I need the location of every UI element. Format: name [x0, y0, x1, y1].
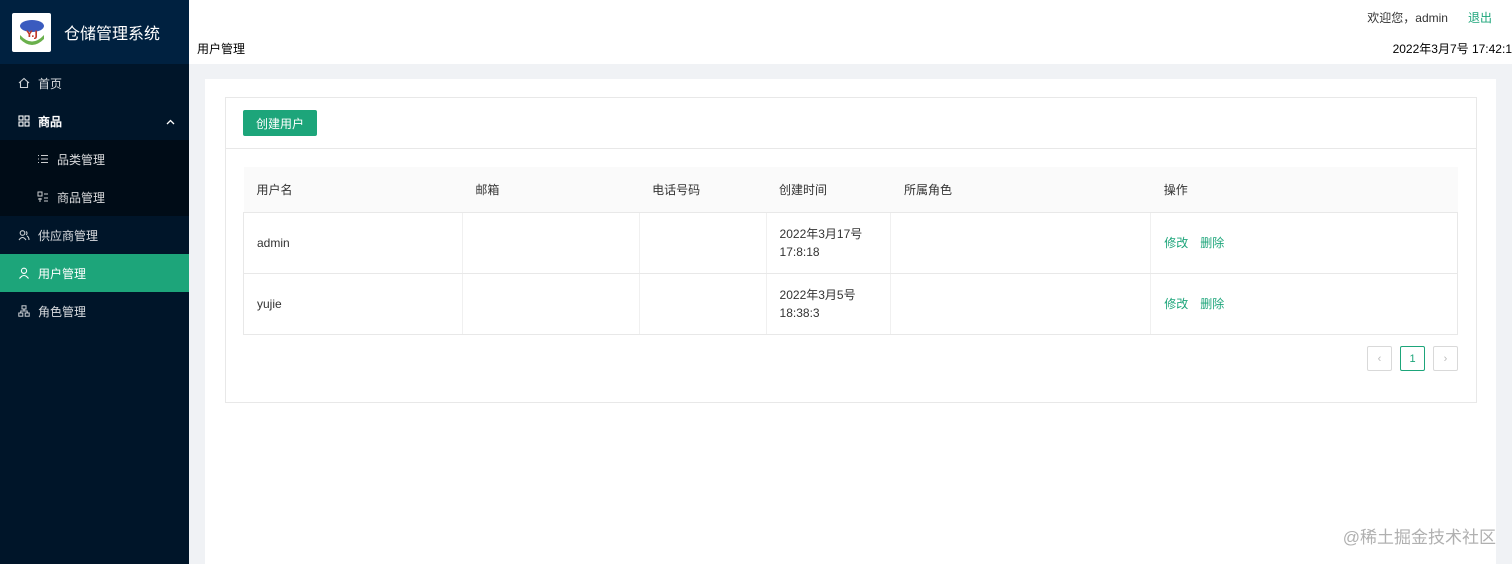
team-icon — [18, 229, 30, 241]
welcome-text: 欢迎您，admin — [1367, 11, 1448, 25]
edit-link[interactable]: 修改 — [1164, 297, 1188, 311]
cell-email — [462, 273, 640, 335]
column-header-created[interactable]: 创建时间 — [766, 167, 891, 213]
sidebar-item-users[interactable]: 用户管理 — [0, 254, 189, 292]
pagination: ‹ 1 › — [1359, 346, 1458, 371]
sidebar-item-label: 用户管理 — [38, 266, 87, 281]
created-time: 17:8:18 — [779, 244, 820, 259]
column-header-role[interactable]: 所属角色 — [890, 167, 1151, 213]
card-header: 创建用户 — [226, 98, 1476, 149]
delete-link[interactable]: 删除 — [1200, 297, 1224, 311]
safety-icon — [18, 305, 30, 317]
delete-link[interactable]: 删除 — [1200, 236, 1224, 250]
sidebar-item-label: 商品管理 — [57, 190, 106, 205]
cell-username: admin — [243, 212, 463, 274]
cell-actions: 修改 删除 — [1150, 273, 1458, 335]
appstore-icon — [18, 115, 30, 127]
table-row: yujie 2022年3月5号 18:38:3 修改 删除 — [243, 273, 1458, 335]
column-header-actions: 操作 — [1150, 167, 1458, 213]
chevron-right-icon: › — [1443, 352, 1448, 365]
cell-role — [890, 212, 1152, 274]
sidebar-item-supplier[interactable]: 供应商管理 — [0, 216, 189, 254]
app-logo: Y.J — [12, 12, 51, 52]
sidebar-item-category[interactable]: 品类管理 — [0, 140, 189, 178]
watermark: @稀土掘金技术社区 — [1342, 528, 1496, 547]
sidebar-item-label: 供应商管理 — [38, 228, 99, 243]
page-number-button[interactable]: 1 — [1400, 346, 1425, 371]
sidebar-item-products[interactable]: 商品 — [0, 102, 189, 140]
home-icon — [18, 77, 30, 89]
logout-link[interactable]: 退出 — [1468, 9, 1492, 26]
cell-email — [462, 212, 640, 274]
cell-phone — [639, 212, 767, 274]
cell-phone — [639, 273, 767, 335]
sidebar-item-home[interactable]: 首页 — [0, 64, 189, 102]
svg-text:Y.J: Y.J — [25, 30, 38, 40]
created-date: 2022年3月17号 — [779, 226, 863, 241]
create-user-button[interactable]: 创建用户 — [243, 110, 318, 136]
sidebar-item-label: 品类管理 — [57, 152, 106, 167]
user-table: 用户名 邮箱 电话号码 创建时间 所属角色 操作 admin 2022年3月17… — [243, 167, 1458, 335]
bars-icon — [37, 153, 49, 165]
products-submenu: 品类管理 商品管理 — [0, 140, 189, 216]
created-date: 2022年3月5号 — [779, 287, 856, 302]
current-time: 2022年3月7号 17:42:1 — [1392, 42, 1512, 56]
sidebar-item-roles[interactable]: 角色管理 — [0, 292, 189, 330]
next-page-button[interactable]: › — [1433, 346, 1458, 371]
page-title: 用户管理 — [197, 42, 246, 56]
sidebar-item-label: 角色管理 — [38, 304, 87, 319]
table-row: admin 2022年3月17号 17:8:18 修改 删除 — [243, 212, 1458, 274]
edit-link[interactable]: 修改 — [1164, 236, 1188, 250]
top-header: 欢迎您，admin 退出 用户管理 2022年3月7号 17:42:1 — [189, 0, 1512, 64]
sidebar-item-label: 首页 — [38, 76, 63, 91]
sidebar: Y.J 仓储管理系统 首页 商品 品类管理 商品管理 供应商管理 用户管理 角色… — [0, 0, 189, 564]
prev-page-button[interactable]: ‹ — [1367, 346, 1392, 371]
cell-username: yujie — [243, 273, 463, 335]
app-title: 仓储管理系统 — [64, 26, 161, 43]
cell-actions: 修改 删除 — [1150, 212, 1458, 274]
chevron-left-icon: ‹ — [1377, 352, 1382, 365]
tool-icon — [37, 191, 49, 203]
cell-role — [890, 273, 1152, 335]
sidebar-item-product-manage[interactable]: 商品管理 — [0, 178, 189, 216]
user-card: 创建用户 用户名 邮箱 电话号码 创建时间 所属角色 操作 admin 2022… — [225, 97, 1477, 403]
table-header-row: 用户名 邮箱 电话号码 创建时间 所属角色 操作 — [243, 167, 1458, 213]
logo-area[interactable]: Y.J 仓储管理系统 — [0, 0, 189, 64]
column-header-phone[interactable]: 电话号码 — [639, 167, 767, 213]
cell-created: 2022年3月5号 18:38:3 — [766, 273, 892, 335]
user-icon — [18, 267, 30, 279]
created-time: 18:38:3 — [779, 305, 820, 320]
cell-created: 2022年3月17号 17:8:18 — [766, 212, 892, 274]
column-header-email[interactable]: 邮箱 — [462, 167, 640, 213]
header-user-area: 欢迎您，admin 退出 — [1367, 9, 1492, 26]
sidebar-menu: 首页 商品 品类管理 商品管理 供应商管理 用户管理 角色管理 — [0, 64, 189, 330]
chevron-up-icon — [166, 114, 175, 128]
sidebar-item-label: 商品 — [38, 114, 63, 129]
column-header-username[interactable]: 用户名 — [243, 167, 463, 213]
main-content: 创建用户 用户名 邮箱 电话号码 创建时间 所属角色 操作 admin 2022… — [205, 79, 1496, 564]
